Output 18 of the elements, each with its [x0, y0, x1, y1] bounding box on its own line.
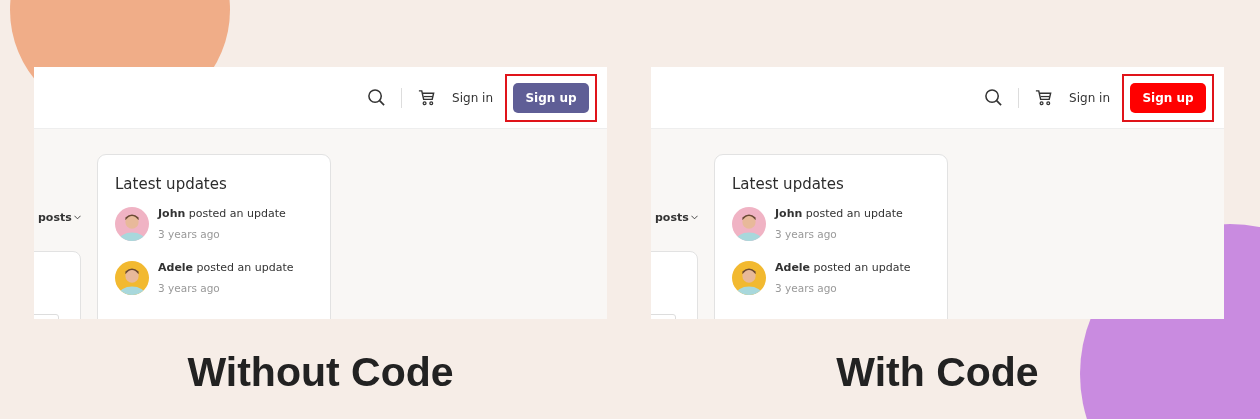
timestamp: 3 years ago [775, 282, 838, 294]
update-text: John posted an update [158, 207, 286, 220]
timestamp: 3 years ago [158, 228, 221, 240]
filter-label[interactable]: posts [655, 211, 689, 224]
card-title: Latest updates [115, 175, 228, 193]
sign-up-button[interactable]: Sign up [1130, 82, 1206, 113]
timestamp: 3 years ago [775, 228, 838, 240]
caption: With Code [836, 349, 1039, 396]
sign-up-button[interactable]: Sign up [513, 82, 589, 113]
update-text: Adele posted an update [775, 261, 911, 274]
sign-in-link[interactable]: Sign in [1069, 90, 1110, 105]
filter-label[interactable]: posts [38, 211, 72, 224]
sign-in-link[interactable]: Sign in [452, 90, 493, 105]
card-title: Latest updates [732, 175, 845, 193]
update-text: John posted an update [775, 207, 903, 220]
timestamp: 3 years ago [158, 282, 221, 294]
update-text: Adele posted an update [158, 261, 294, 274]
caption: Without Code [187, 349, 454, 396]
